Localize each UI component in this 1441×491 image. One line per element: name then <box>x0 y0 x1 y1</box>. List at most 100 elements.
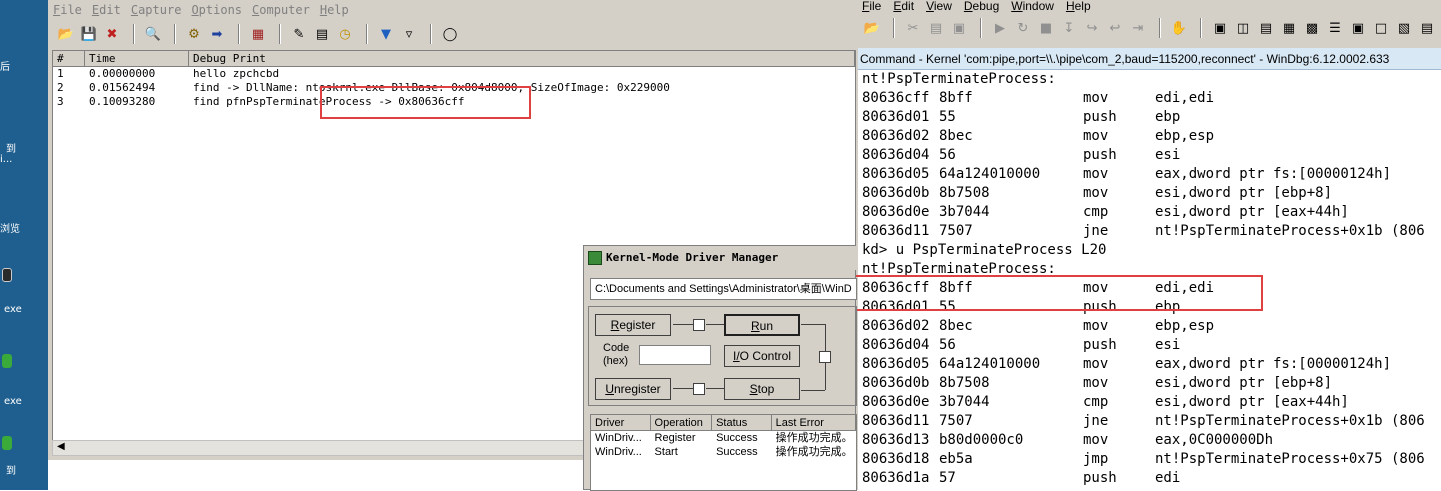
menu-help[interactable]: Help <box>315 3 354 21</box>
bookmark-icon[interactable]: ▿ <box>399 24 419 44</box>
save-icon[interactable]: 💾 <box>79 24 99 44</box>
desktop-icon-label[interactable]: 后 <box>0 58 48 73</box>
capture-gear-icon[interactable]: ⚙ <box>184 24 204 44</box>
instruction-operands: ebp,esp <box>1155 128 1215 144</box>
instruction-bytes: 8b7508 <box>939 185 990 201</box>
open-icon[interactable]: 📂 <box>862 18 882 38</box>
memory-window-icon[interactable]: ▩ <box>1302 18 1322 38</box>
cut-icon[interactable]: ✂ <box>903 18 923 38</box>
paste-icon[interactable]: ▣ <box>949 18 969 38</box>
scroll-left-icon[interactable]: ◀ <box>57 441 65 452</box>
instruction-mnemonic: mov <box>1083 375 1109 391</box>
stop-button[interactable]: Stop <box>724 378 800 400</box>
code-hex-input[interactable] <box>639 345 711 365</box>
menu-computer[interactable]: Computer <box>247 3 315 21</box>
desktop-icon-label[interactable]: exe <box>4 396 52 407</box>
driver-status-table[interactable]: Driver Operation Status Last Error WinDr… <box>590 414 857 491</box>
copy-icon[interactable]: ▤ <box>926 18 946 38</box>
step-over-icon[interactable]: ↪ <box>1082 18 1102 38</box>
menu-options[interactable]: Options <box>186 3 247 21</box>
edit-icon[interactable]: ✎ <box>289 24 309 44</box>
restart-icon[interactable]: ↻ <box>1013 18 1033 38</box>
search-icon[interactable]: 🔍 <box>143 24 163 44</box>
open-icon[interactable]: 📂 <box>56 24 76 44</box>
step-out-icon[interactable]: ↩ <box>1105 18 1125 38</box>
output-line: 80636d04 56 push esi <box>858 336 1441 355</box>
registers-window-icon[interactable]: ▦ <box>1279 18 1299 38</box>
row-num: 2 <box>57 81 64 94</box>
column-header-debug-print[interactable]: Debug Print <box>189 51 855 67</box>
run-to-cursor-icon[interactable]: ⇥ <box>1128 18 1148 38</box>
driver-manager-titlebar[interactable]: Kernel-Mode Driver Manager <box>584 246 857 270</box>
column-header-num[interactable]: # <box>53 51 85 67</box>
desktop-app-icon[interactable] <box>2 268 12 282</box>
hand-icon[interactable]: ✋ <box>1169 18 1189 38</box>
menu-view[interactable]: View <box>920 0 958 14</box>
io-control-button[interactable]: I/O Control <box>724 345 800 367</box>
stop-icon[interactable]: ■ <box>1036 18 1056 38</box>
table-row[interactable]: 1 0.00000000 hello zpchcbd <box>53 67 855 81</box>
toolbar-separator <box>279 24 281 44</box>
locals-window-icon[interactable]: ▤ <box>1256 18 1276 38</box>
column-header-last-error[interactable]: Last Error <box>771 415 856 431</box>
column-header-status[interactable]: Status <box>712 415 772 431</box>
register-checkbox[interactable] <box>693 319 705 331</box>
menu-file[interactable]: File <box>48 3 87 21</box>
menu-file[interactable]: File <box>856 0 887 14</box>
register-button[interactable]: Register <box>595 314 671 336</box>
document-icon[interactable]: ▤ <box>312 24 332 44</box>
highlight-icon[interactable]: ▼ <box>376 24 396 44</box>
instruction-mnemonic: push <box>1083 337 1117 353</box>
instruction-address: 80636d1a <box>862 470 930 486</box>
desktop-icon-label[interactable]: 到 <box>6 462 54 477</box>
driver-path-field[interactable]: C:\Documents and Settings\Administrator\… <box>590 278 857 300</box>
instruction-operands: esi <box>1155 337 1181 353</box>
desktop-icon-label[interactable]: exe <box>4 304 52 315</box>
filter-icon[interactable]: ▦ <box>248 24 268 44</box>
column-header-driver[interactable]: Driver <box>591 415 651 431</box>
arrow-right-icon[interactable]: ➡ <box>207 24 227 44</box>
highlight-box <box>854 275 1263 311</box>
menu-edit[interactable]: Edit <box>87 3 126 21</box>
service-checkbox[interactable] <box>819 351 831 363</box>
debugview-menubar: File Edit Capture Options Computer Help <box>48 3 354 21</box>
output-line: 80636d02 8bec mov ebp,esp <box>858 127 1441 146</box>
callstack-window-icon[interactable]: ☰ <box>1325 18 1345 38</box>
menu-capture[interactable]: Capture <box>126 3 187 21</box>
run-button[interactable]: Run <box>724 314 800 336</box>
step-into-icon[interactable]: ↧ <box>1059 18 1079 38</box>
connector-line <box>801 324 825 325</box>
scratch-window-icon[interactable]: □ <box>1371 18 1391 38</box>
menu-help[interactable]: Help <box>1060 0 1097 14</box>
menu-window[interactable]: Window <box>1005 0 1060 14</box>
desktop-icon-label[interactable]: i... <box>0 154 48 165</box>
instruction-address: 80636d0e <box>862 394 930 410</box>
row-time: 0.10093280 <box>89 95 156 108</box>
processes-window-icon[interactable]: ▧ <box>1394 18 1414 38</box>
watch-window-icon[interactable]: ◫ <box>1233 18 1253 38</box>
menu-edit[interactable]: Edit <box>887 0 920 14</box>
menu-debug[interactable]: Debug <box>958 0 1005 14</box>
disassembly-window-icon[interactable]: ▣ <box>1348 18 1368 38</box>
table-row[interactable]: WinDriv... Register Success 操作成功完成。 <box>591 431 856 445</box>
desktop-icon-label[interactable]: 浏览 <box>0 220 48 235</box>
unregister-checkbox[interactable] <box>693 383 705 395</box>
desktop-app-icon[interactable] <box>2 436 12 450</box>
cell-driver: WinDriv... <box>595 446 642 458</box>
go-icon[interactable]: ▶ <box>990 18 1010 38</box>
command-window-icon[interactable]: ▣ <box>1210 18 1230 38</box>
column-header-operation[interactable]: Operation <box>650 415 713 431</box>
clear-icon[interactable]: ✖ <box>102 24 122 44</box>
driver-manager-app-icon <box>588 251 602 265</box>
desktop-app-icon[interactable] <box>2 354 12 368</box>
column-header-time[interactable]: Time <box>85 51 189 67</box>
row-num: 3 <box>57 95 64 108</box>
output-line: 80636d0b 8b7508 mov esi,dword ptr [ebp+8] <box>858 184 1441 203</box>
unregister-button[interactable]: Unregister <box>595 378 671 400</box>
clock-icon[interactable]: ◷ <box>335 24 355 44</box>
table-row[interactable]: WinDriv... Start Success 操作成功完成。 <box>591 445 856 459</box>
font-icon[interactable]: ▤ <box>1417 18 1437 38</box>
binoculars-icon[interactable]: ◯ <box>440 24 460 44</box>
desktop-icon-label[interactable]: 到 <box>6 140 54 155</box>
cell-driver: WinDriv... <box>595 432 642 444</box>
